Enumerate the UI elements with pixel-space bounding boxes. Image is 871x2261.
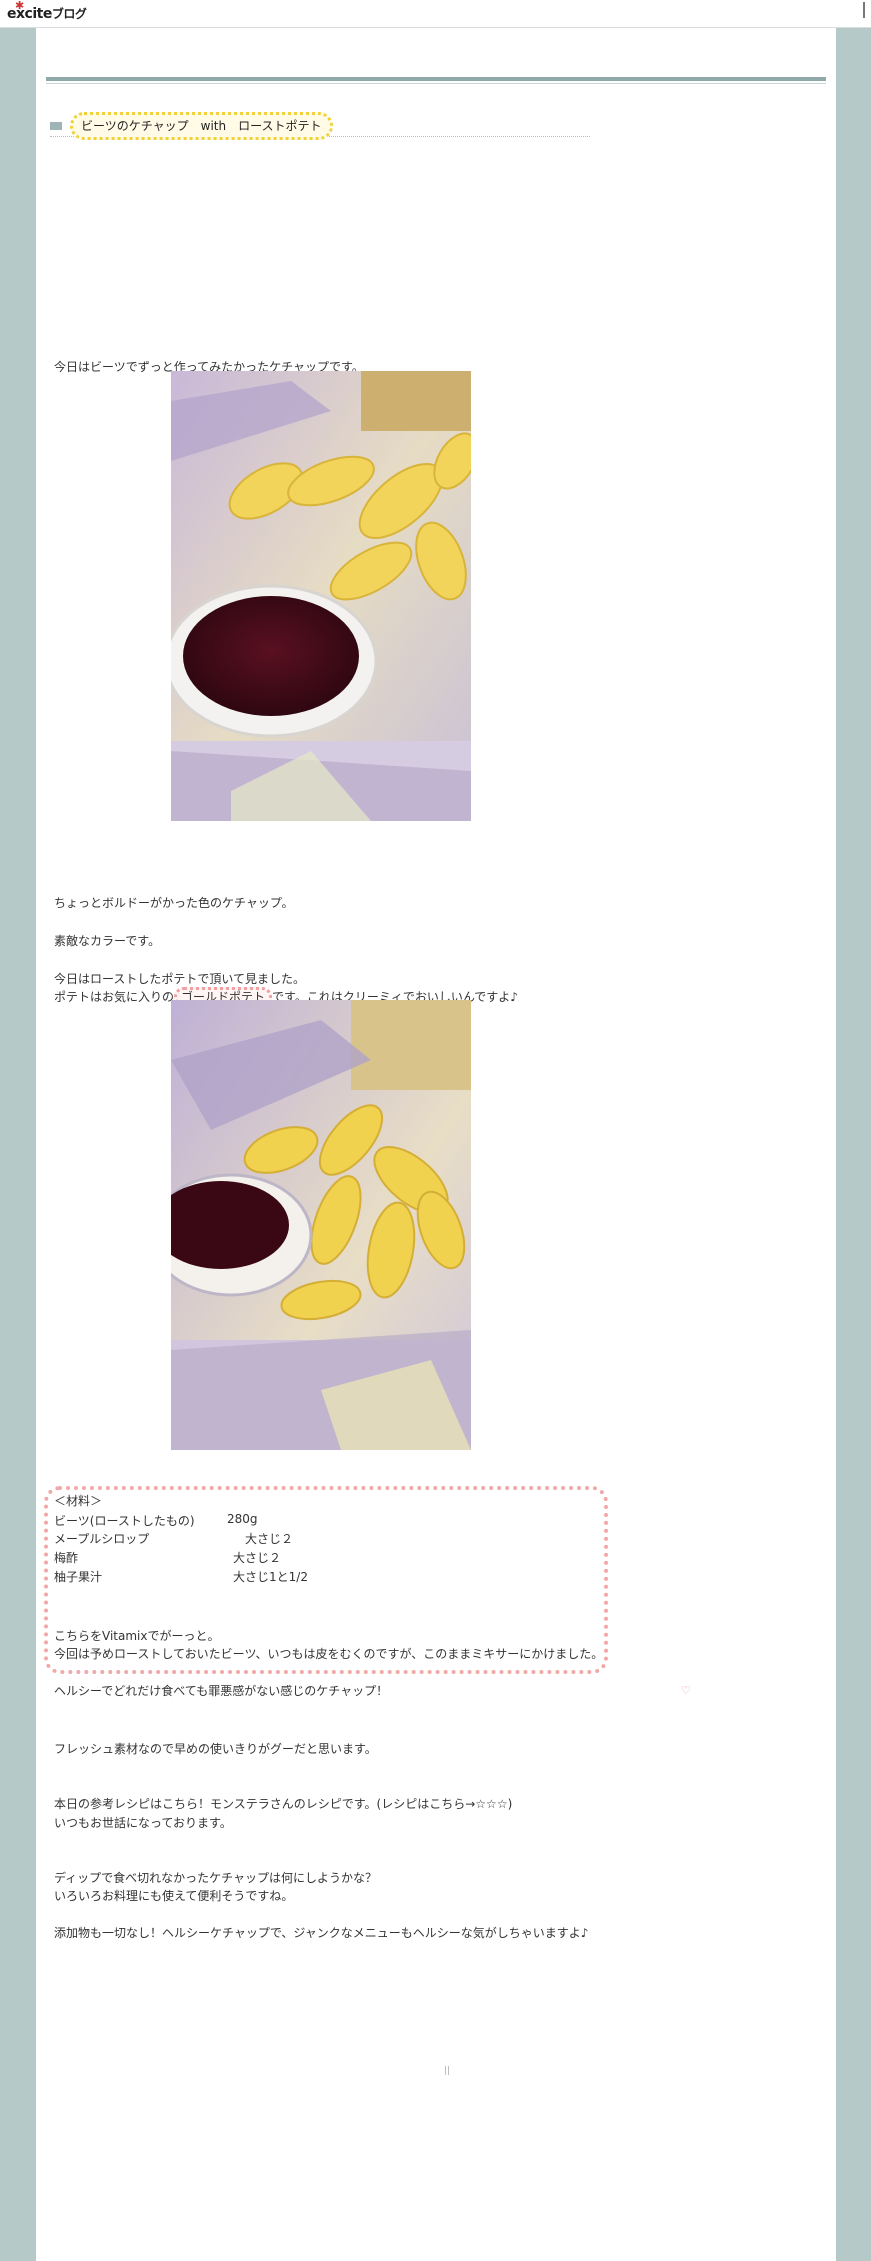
recipe-item-qty: 280g <box>227 1512 258 1526</box>
scroll-marker <box>863 2 865 18</box>
header-rule <box>46 77 826 81</box>
recipe-item-name: 梅酢 <box>54 1551 79 1565</box>
recipe-item-qty: 大さじ1と1/2 <box>233 1570 308 1584</box>
post-after-7: 添加物も一切なし！ヘルシーケチャップで、ジャンクなメニューもヘルシーな気がしちゃ… <box>54 1926 589 1940</box>
recipe-item-qty: 大さじ２ <box>233 1551 282 1565</box>
logo-text: excite <box>7 6 52 22</box>
p3b-pre: ポテトはお気に入りの <box>54 990 175 1004</box>
recipe-item-name: 柚子果汁 <box>54 1570 103 1584</box>
post-title-row: ビーツのケチャップ with ローストポテト <box>50 112 590 140</box>
post-title[interactable]: ビーツのケチャップ with ローストポテト <box>70 112 333 140</box>
top-bar: ✱ exciteブログ <box>0 0 871 28</box>
post-photo-2[interactable] <box>171 1000 471 1450</box>
post-after-4: いつもお世話になっております。 <box>54 1816 232 1830</box>
post-after-6: いろいろお料理にも使えて便利そうですね。 <box>54 1889 294 1903</box>
blog-page: ビーツのケチャップ with ローストポテト 今日はビーツでずっと作ってみたかっ… <box>36 28 836 2261</box>
recipe-item-qty: 大さじ２ <box>245 1532 294 1546</box>
post-after-2: フレッシュ素材なので早めの使いきりがグーだと思います。 <box>54 1742 377 1756</box>
post-paragraph-2: 素敵なカラーです。 <box>54 934 161 948</box>
post-paragraph-3a: 今日はローストしたポテトで頂いて見ました。 <box>54 972 306 986</box>
recipe-item-name: メープルシロップ <box>54 1532 150 1546</box>
separator-mark: || <box>444 2066 451 2076</box>
post-paragraph-1: ちょっとボルドーがかった色のケチャップ。 <box>54 896 294 910</box>
excite-blog-logo[interactable]: ✱ exciteブログ <box>7 0 87 22</box>
logo-sub: ブログ <box>51 7 87 21</box>
post-after-5: ディップで食べ切れなかったケチャップは何にしようかな？ <box>54 1871 378 1885</box>
right-margin <box>836 28 871 2261</box>
logo-star-icon: ✱ <box>15 0 24 12</box>
photo-1-image <box>171 371 471 821</box>
title-marker-icon <box>50 122 62 130</box>
recipe-item-name: ビーツ(ローストしたもの) <box>54 1514 195 1528</box>
photo-2-image <box>171 1000 471 1450</box>
recipe-header: ＜材料＞ <box>54 1494 103 1508</box>
header-rule-thin <box>46 83 826 84</box>
post-after-3[interactable]: 本日の参考レシピはこちら！モンステラさんのレシピです。(レシピはこちら→☆☆☆) <box>54 1795 512 1812</box>
heart-icon: ♡ <box>681 1684 691 1697</box>
recipe-note-2: 今回は予めローストしておいたビーツ、いつもは皮をむくのですが、このままミキサーに… <box>54 1647 604 1661</box>
recipe-note-1: こちらをVitamixでがーっと。 <box>54 1629 220 1643</box>
left-margin <box>0 28 36 2261</box>
post-photo-1[interactable] <box>171 371 471 821</box>
post-after-1: ヘルシーでどれだけ食べても罪悪感がない感じのケチャップ！ <box>54 1684 389 1698</box>
